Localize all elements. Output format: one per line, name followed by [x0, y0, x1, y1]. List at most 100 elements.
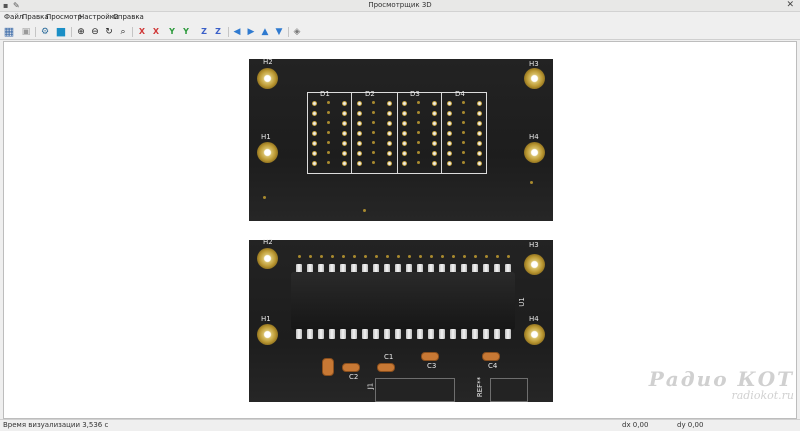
- via: [309, 255, 312, 258]
- copy-image-icon[interactable]: ▣: [20, 26, 32, 38]
- menu-file[interactable]: Файл: [4, 13, 23, 21]
- 3d-viewport[interactable]: H2 H3 H1 H4 D1 D2 D3 D4 H2 H3 H1 H4 U1 C…: [3, 41, 797, 419]
- via: [331, 255, 334, 258]
- solder-pad: [327, 161, 330, 164]
- solder-pad: [327, 111, 330, 114]
- mounting-hole-h3: [524, 254, 545, 275]
- mounting-hole-h2: [257, 248, 278, 269]
- solder-pad: [372, 151, 375, 154]
- ic-lead: [505, 329, 511, 339]
- orthographic-icon[interactable]: ◈: [291, 26, 303, 38]
- silk-label: D1: [320, 90, 330, 98]
- via: [263, 196, 266, 199]
- solder-pad: [357, 151, 362, 156]
- menu-edit[interactable]: Правка: [22, 13, 49, 21]
- solder-pad: [432, 151, 437, 156]
- solder-pad: [462, 161, 465, 164]
- solder-pad: [447, 161, 452, 166]
- rotate-z-cw-icon[interactable]: Z: [198, 26, 210, 38]
- mounting-hole-h4: [524, 324, 545, 345]
- ic-lead: [296, 329, 302, 339]
- rotate-z-ccw-icon[interactable]: Z: [212, 26, 224, 38]
- solder-pad: [462, 111, 465, 114]
- solder-pad: [372, 161, 375, 164]
- solder-pad: [357, 121, 362, 126]
- menu-help[interactable]: Справка: [113, 13, 144, 21]
- zoom-out-icon[interactable]: ⊖: [89, 26, 101, 38]
- solder-pad: [387, 111, 392, 116]
- mounting-hole-h2: [257, 68, 278, 89]
- silk-label: C2: [349, 373, 359, 381]
- move-right-icon[interactable]: ▶: [245, 26, 257, 38]
- toolbar-separator: [71, 27, 72, 37]
- menu-bar: Файл Правка Просмотр Настройки Справка: [0, 12, 800, 24]
- render-time-status: Время визуализации 3,536 с: [3, 421, 109, 429]
- solder-pad: [357, 131, 362, 136]
- solder-pad: [447, 151, 452, 156]
- ic-lead: [384, 329, 390, 339]
- toolbar: ▦ ▣ ⚙ ■ ⊕ ⊖ ↻ ⌕ X X Y Y Z Z ◀ ▶ ▲ ▼ ◈: [0, 24, 800, 40]
- silk-label: H3: [529, 60, 539, 68]
- silk-label: H1: [261, 133, 271, 141]
- move-up-icon[interactable]: ▲: [259, 26, 271, 38]
- solder-pad: [447, 101, 452, 106]
- solder-pad: [477, 101, 482, 106]
- solder-pad: [477, 151, 482, 156]
- solder-pad: [402, 131, 407, 136]
- rotate-y-ccw-icon[interactable]: Y: [180, 26, 192, 38]
- via: [419, 255, 422, 258]
- silk-label: H1: [261, 315, 271, 323]
- solder-pad: [402, 151, 407, 156]
- connector-j1: [375, 378, 455, 402]
- raytracing-icon[interactable]: ■: [55, 26, 67, 38]
- mounting-hole-h3: [524, 68, 545, 89]
- via: [496, 255, 499, 258]
- status-bar: Время визуализации 3,536 с dx 0,00 dy 0,…: [0, 419, 800, 431]
- solder-pad: [387, 141, 392, 146]
- zoom-in-icon[interactable]: ⊕: [75, 26, 87, 38]
- silk-label: REF**: [476, 376, 485, 398]
- solder-pad: [417, 131, 420, 134]
- solder-pad: [372, 131, 375, 134]
- solder-pad: [417, 151, 420, 154]
- capacitor-c1: [377, 363, 395, 372]
- via: [386, 255, 389, 258]
- zoom-fit-icon[interactable]: ⌕: [117, 26, 129, 38]
- dx-readout: dx 0,00: [622, 421, 649, 429]
- silk-label: D2: [365, 90, 375, 98]
- ic-lead: [483, 329, 489, 339]
- solder-pad: [432, 141, 437, 146]
- menu-view[interactable]: Просмотр: [46, 13, 82, 21]
- rotate-y-cw-icon[interactable]: Y: [166, 26, 178, 38]
- pcb-board-top: H2 H3 H1 H4 D1 D2 D3 D4: [249, 58, 553, 221]
- redraw-icon[interactable]: ↻: [103, 26, 115, 38]
- settings-icon[interactable]: ⚙: [39, 26, 51, 38]
- via: [363, 209, 366, 212]
- solder-pad: [402, 121, 407, 126]
- close-icon[interactable]: ✕: [786, 0, 794, 10]
- render-mode-icon[interactable]: ▦: [3, 26, 15, 38]
- solder-pad: [327, 141, 330, 144]
- solder-pad: [432, 131, 437, 136]
- solder-pad: [387, 131, 392, 136]
- rotate-x-ccw-icon[interactable]: X: [150, 26, 162, 38]
- via: [298, 255, 301, 258]
- via: [320, 255, 323, 258]
- solder-pad: [342, 141, 347, 146]
- solder-pad: [342, 101, 347, 106]
- solder-pad: [477, 121, 482, 126]
- via: [364, 255, 367, 258]
- solder-pad: [462, 101, 465, 104]
- via: [353, 255, 356, 258]
- capacitor-c4: [482, 352, 500, 361]
- solder-pad: [462, 151, 465, 154]
- solder-pad: [312, 101, 317, 106]
- move-left-icon[interactable]: ◀: [231, 26, 243, 38]
- solder-pad: [312, 151, 317, 156]
- silk-label: D4: [455, 90, 465, 98]
- mounting-hole-h4: [524, 142, 545, 163]
- ic-lead: [395, 329, 401, 339]
- solder-pad: [312, 111, 317, 116]
- rotate-x-cw-icon[interactable]: X: [136, 26, 148, 38]
- move-down-icon[interactable]: ▼: [273, 26, 285, 38]
